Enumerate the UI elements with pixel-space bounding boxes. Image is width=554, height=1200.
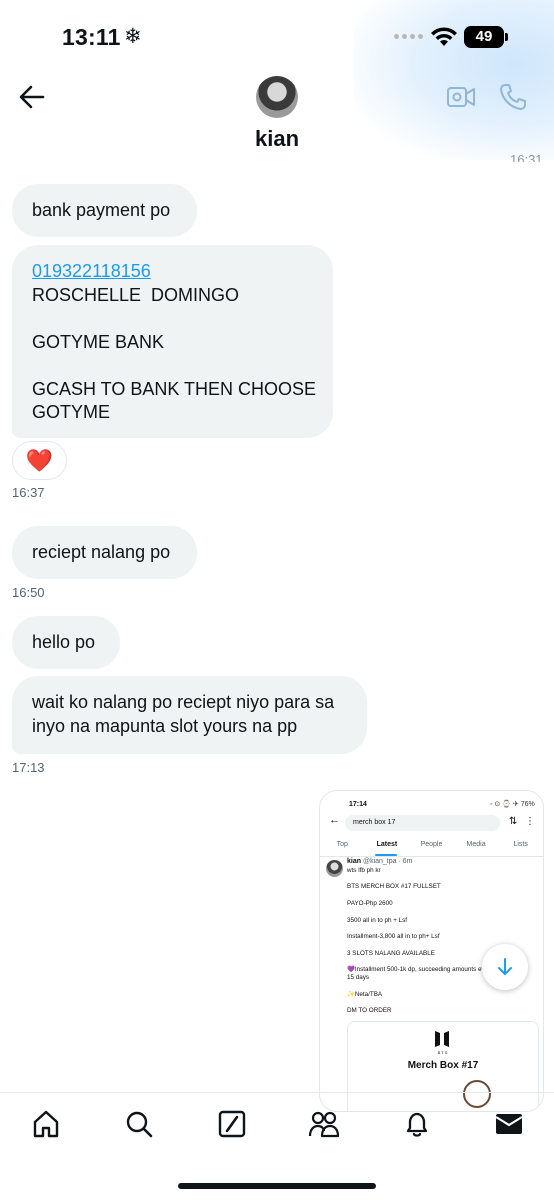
communities-icon [308, 1111, 340, 1138]
message-line: GOTYME [32, 402, 111, 422]
back-arrow-icon[interactable] [18, 84, 46, 110]
attachment-card-brand: BTS [437, 1050, 449, 1055]
attachment-back-icon: ← [329, 814, 340, 826]
message-line-blank [32, 307, 313, 331]
attachment-text: BTS MERCH BOX #17 FULLSET [347, 883, 441, 890]
message-text: bank payment po [32, 199, 171, 220]
attachment-tab: Latest [376, 841, 398, 848]
video-call-icon[interactable] [446, 84, 476, 110]
attachment-search-field: merch box 17 [345, 815, 500, 831]
scroll-to-bottom-button[interactable] [482, 944, 528, 990]
attachment-author: kian @kian_tpa · 6m [347, 858, 413, 865]
attachment-tab: Top [336, 841, 348, 848]
status-time: 13:11 [62, 24, 121, 50]
message-text: hello po [32, 631, 96, 652]
attachment-tab: Media [466, 841, 486, 848]
nav-communities[interactable] [308, 1108, 340, 1140]
bottom-nav-divider [0, 1092, 554, 1093]
attachment-text: ✨Neta/TBA [347, 991, 383, 998]
attachment-text: 💜Installment 500-1k dp, succeeding amoun… [347, 966, 494, 973]
battery-cap [505, 33, 508, 41]
message-line-blank [32, 354, 313, 378]
message-line: ROSCHELLE DOMINGO [32, 284, 240, 305]
heart-reaction[interactable]: ❤️ [12, 441, 67, 480]
message-text: reciept nalang po [32, 541, 171, 562]
attachment-author-name: kian [347, 858, 362, 865]
attachment-status-time: 17:14 [349, 801, 367, 808]
account-number-link[interactable]: 019322118156 [32, 260, 313, 284]
attachment-tab: Lists [513, 841, 528, 848]
attachment-text: PAYO-Php 2600 [347, 900, 393, 907]
attachment-product-card: BTS Merch Box #17 [347, 1021, 539, 1111]
nav-messages[interactable] [493, 1108, 525, 1140]
cellular-signal-icon [394, 34, 424, 40]
contact-name[interactable]: kian [0, 126, 554, 152]
message-timestamp: 16:50 [12, 585, 45, 600]
nav-grok[interactable] [216, 1108, 248, 1140]
message-line: inyo na mapunta slot yours na pp [32, 715, 298, 736]
attachment-avatar [326, 860, 343, 877]
message-line: GCASH TO BANK THEN CHOOSE [32, 378, 317, 399]
home-icon [33, 1110, 59, 1138]
message-bubble[interactable]: hello po [12, 616, 120, 669]
battery-indicator: 49 [464, 26, 504, 48]
grok-icon [218, 1110, 246, 1138]
attachment-text: wts lfb ph kr [347, 867, 381, 874]
message-bubble[interactable]: bank payment po [12, 184, 197, 237]
attachment-text: 3 SLOTS NALANG AVAILABLE [347, 950, 435, 957]
attachment-filter-icon: ⇅ [509, 816, 518, 827]
nav-notifications[interactable] [401, 1108, 433, 1140]
attachment-card-image [463, 1080, 491, 1108]
phone-call-icon[interactable] [498, 82, 528, 112]
nav-home[interactable] [30, 1108, 62, 1140]
contact-avatar[interactable] [256, 76, 298, 118]
attachment-text: 3500 all in to ph + Lsf [347, 917, 408, 924]
attachment-text: Installment-3,800 all in to ph+ Lsf [347, 933, 440, 940]
message-timestamp: 17:13 [12, 760, 45, 775]
arrow-down-icon [498, 958, 512, 975]
message-bubble[interactable]: reciept nalang po [12, 526, 197, 579]
attachment-tabs: Top Latest People Media Lists [320, 841, 543, 848]
message-timestamp: 16:37 [12, 485, 45, 500]
attachment-card-title: Merch Box #17 [407, 1060, 479, 1071]
attachment-author-handle: @kian_tpa · 6m [362, 858, 413, 865]
snowflake-icon: ❄ [124, 25, 142, 48]
attachment-text: DM TO ORDER [347, 1007, 392, 1014]
attachment-more-icon: ⋮ [525, 816, 535, 827]
message-line: wait ko nalang po reciept niyo para sa [32, 692, 335, 712]
message-bubble[interactable]: 019322118156 ROSCHELLE DOMINGO GOTYME BA… [12, 245, 333, 438]
nav-search[interactable] [123, 1108, 155, 1140]
heart-icon: ❤️ [25, 447, 54, 473]
search-icon [126, 1111, 153, 1138]
wifi-icon [431, 27, 457, 46]
attachment-divider [320, 856, 543, 857]
message-bubble[interactable]: wait ko nalang po reciept niyo para sa i… [12, 676, 367, 754]
notifications-icon [406, 1112, 428, 1137]
attachment-status-icons: ◦ ⊙ ⌚ ✈ 76% [490, 801, 535, 808]
attachment-tab: People [420, 841, 443, 848]
bts-logo-icon [435, 1031, 449, 1047]
attachment-text: 15 days [347, 974, 370, 981]
message-line: GOTYME BANK [32, 331, 165, 352]
home-indicator [178, 1183, 376, 1189]
clipped-timestamp: 16:31 [510, 152, 543, 162]
messages-icon [495, 1114, 523, 1134]
